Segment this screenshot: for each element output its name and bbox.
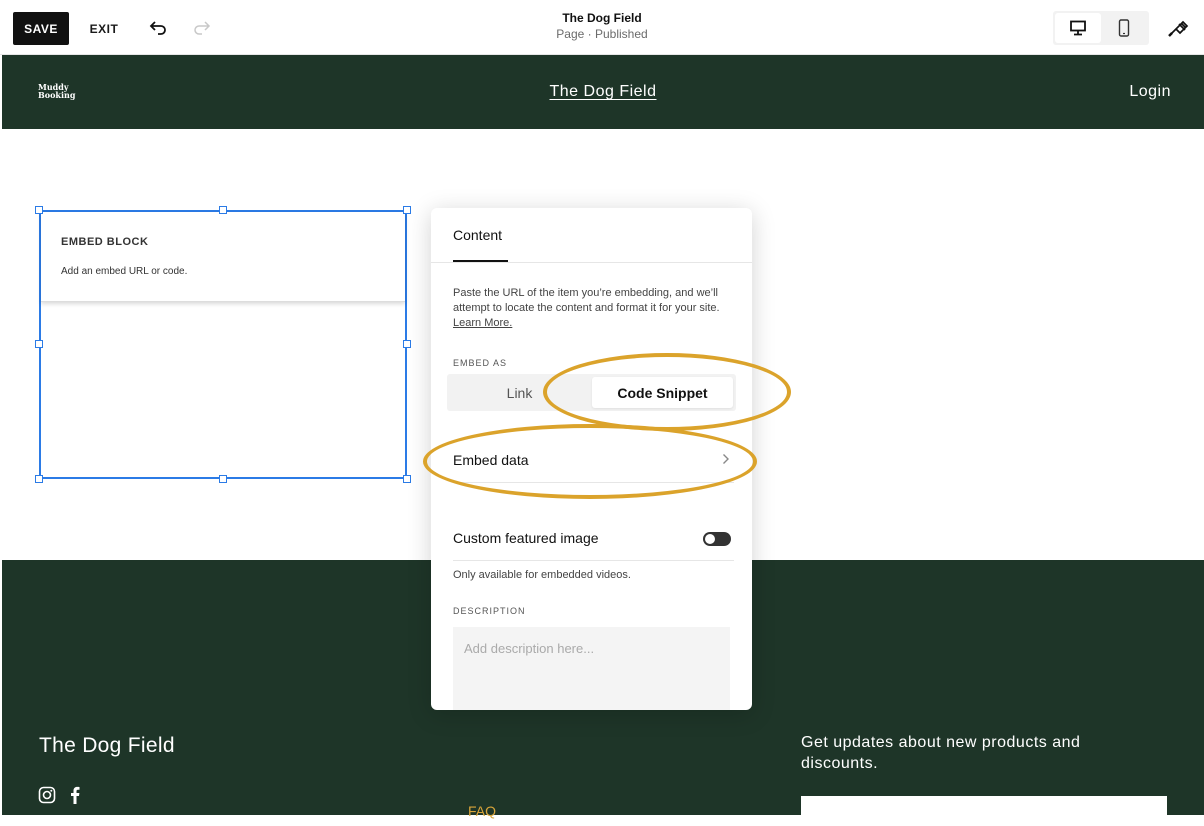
panel-description: Paste the URL of the item you’re embeddi… bbox=[453, 286, 723, 331]
panel-divider bbox=[431, 262, 752, 263]
resize-handle-b[interactable] bbox=[219, 475, 227, 483]
editor-toolbar: SAVE EXIT The Dog Field Page · Published bbox=[0, 0, 1204, 55]
chevron-right-icon bbox=[722, 452, 730, 468]
paintbrush-icon[interactable] bbox=[1164, 14, 1192, 42]
footer-title: The Dog Field bbox=[39, 734, 175, 758]
login-link[interactable]: Login bbox=[1129, 83, 1171, 101]
description-label: DESCRIPTION bbox=[453, 606, 526, 616]
description-textarea[interactable]: Add description here... bbox=[453, 627, 730, 710]
resize-handle-br[interactable] bbox=[403, 475, 411, 483]
site-header: Muddy Booking The Dog Field Login bbox=[2, 55, 1204, 129]
resize-handle-bl[interactable] bbox=[35, 475, 43, 483]
embed-data-label: Embed data bbox=[453, 452, 529, 468]
custom-featured-image-toggle[interactable] bbox=[703, 532, 731, 546]
embed-block-subtext: Add an embed URL or code. bbox=[61, 266, 187, 277]
faq-link[interactable]: FAQ bbox=[468, 803, 496, 819]
resize-handle-t[interactable] bbox=[219, 206, 227, 214]
facebook-icon[interactable] bbox=[70, 786, 80, 809]
embed-as-segmented-control: Link Code Snippet bbox=[447, 374, 736, 411]
tab-content[interactable]: Content bbox=[453, 227, 502, 243]
footer-social bbox=[38, 786, 80, 809]
resize-handle-tr[interactable] bbox=[403, 206, 411, 214]
embed-as-link-option[interactable]: Link bbox=[447, 374, 592, 411]
embed-settings-panel: Content Paste the URL of the item you’re… bbox=[431, 208, 752, 710]
instagram-icon[interactable] bbox=[38, 786, 56, 809]
row-divider bbox=[453, 482, 734, 483]
page-title-area: The Dog Field Page · Published bbox=[0, 10, 1204, 42]
nav-home-link[interactable]: The Dog Field bbox=[550, 83, 657, 100]
custom-image-note: Only available for embedded videos. bbox=[453, 569, 631, 581]
newsletter-email-input[interactable] bbox=[801, 796, 1167, 826]
learn-more-link[interactable]: Learn More. bbox=[453, 317, 512, 329]
page-status: Page · Published bbox=[0, 26, 1204, 42]
row-divider bbox=[453, 560, 734, 561]
resize-handle-r[interactable] bbox=[403, 340, 411, 348]
embed-as-code-snippet-option[interactable]: Code Snippet bbox=[592, 377, 733, 408]
device-toggle bbox=[1053, 11, 1149, 45]
newsletter-text: Get updates about new products and disco… bbox=[801, 732, 1161, 774]
resize-handle-l[interactable] bbox=[35, 340, 43, 348]
embed-block-heading: EMBED BLOCK bbox=[61, 236, 148, 248]
embed-as-label: EMBED AS bbox=[453, 358, 507, 368]
mobile-icon[interactable] bbox=[1101, 13, 1147, 43]
page-title: The Dog Field bbox=[0, 10, 1204, 26]
custom-featured-image-label: Custom featured image bbox=[453, 530, 734, 546]
embed-block[interactable]: EMBED BLOCK Add an embed URL or code. bbox=[41, 212, 405, 302]
embed-data-row[interactable]: Embed data bbox=[453, 452, 734, 474]
resize-handle-tl[interactable] bbox=[35, 206, 43, 214]
desktop-icon[interactable] bbox=[1055, 13, 1101, 43]
